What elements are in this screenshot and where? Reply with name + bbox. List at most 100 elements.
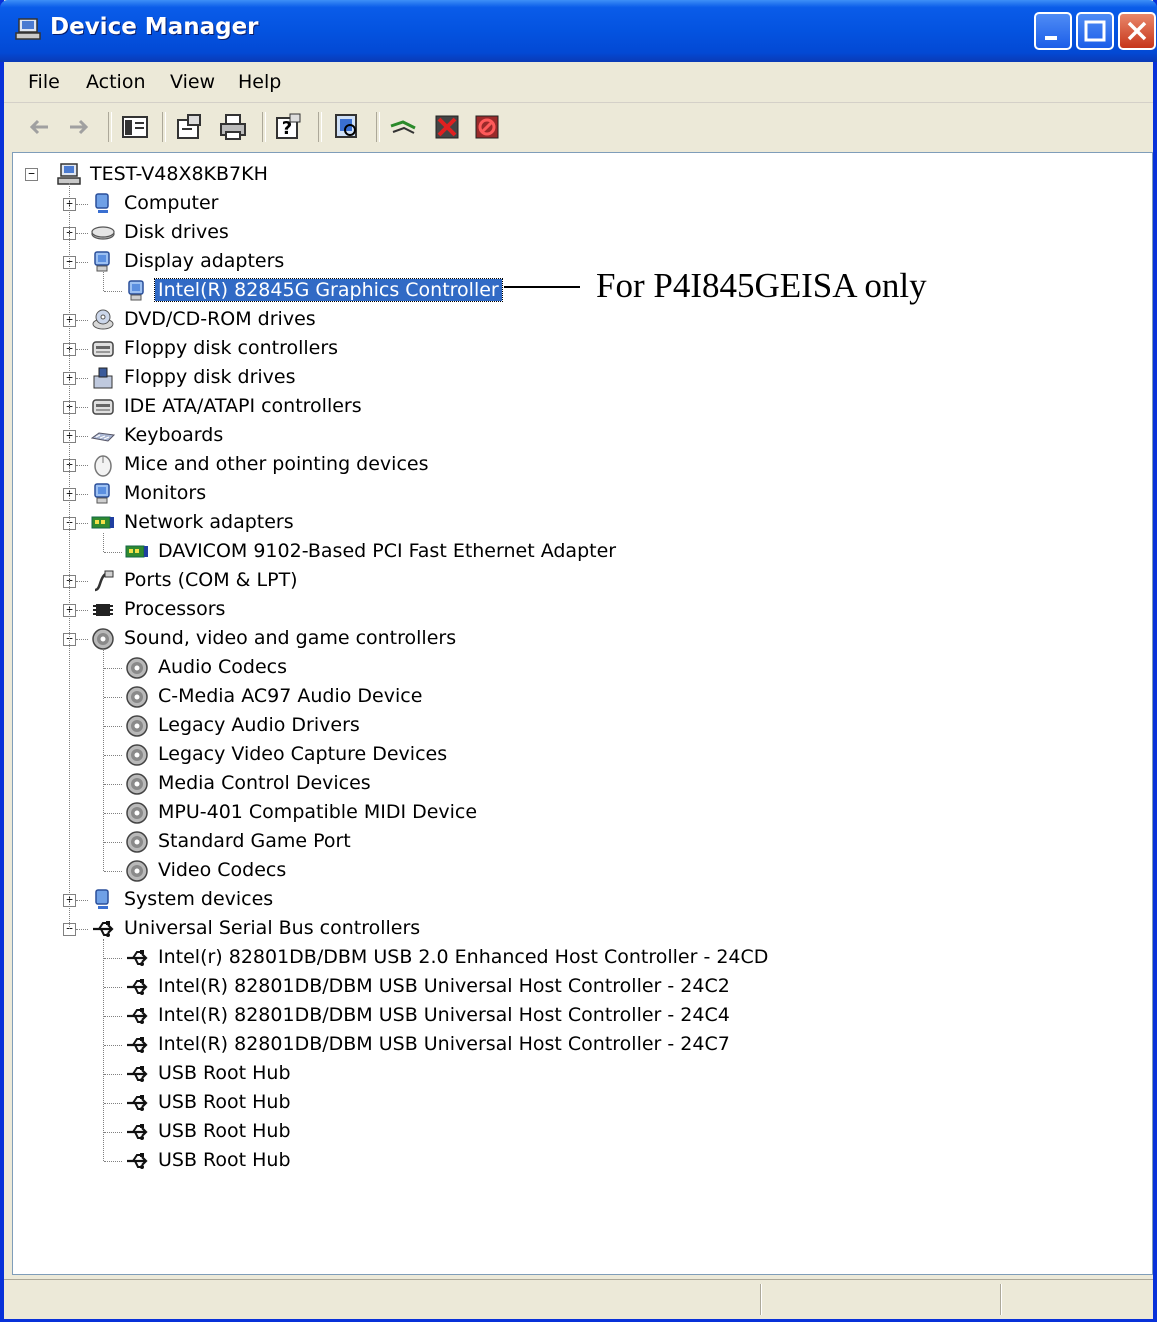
tree-connector (103, 272, 104, 291)
tree-connector (104, 813, 122, 814)
tree-connector (104, 1045, 122, 1046)
tree-item-label: Ports (COM & LPT) (124, 569, 298, 591)
close-button[interactable] (1118, 12, 1156, 50)
uninstall-icon[interactable] (432, 112, 462, 142)
menu-action[interactable]: Action (86, 71, 146, 93)
minimize-button[interactable] (1034, 12, 1072, 50)
tree-category[interactable]: − Display adapters (13, 248, 1152, 277)
collapse-toggle[interactable]: − (25, 168, 38, 181)
tree-connector (103, 649, 104, 871)
properties-icon[interactable] (174, 112, 204, 142)
tree-connector (76, 378, 88, 379)
tree-connector (104, 668, 122, 669)
usb-icon (127, 1066, 148, 1082)
tree-connector (104, 755, 122, 756)
title-bar[interactable]: Device Manager (0, 0, 1157, 62)
tree-device[interactable]: Standard Game Port (13, 828, 1152, 857)
tree-connector (104, 1016, 122, 1017)
speaker-icon (126, 715, 148, 737)
tree-category[interactable]: + System devices (13, 886, 1152, 915)
status-pane (760, 1284, 762, 1315)
tree-root[interactable]: − TEST-V48X8KB7KH (13, 161, 1152, 190)
speaker-icon (92, 628, 114, 650)
device-tree[interactable]: − TEST-V48X8KB7KH + Computer + Disk drives −… (12, 152, 1153, 1275)
tree-connector (76, 204, 88, 205)
tree-device[interactable]: USB Root Hub (13, 1089, 1152, 1118)
menu-help[interactable]: Help (238, 71, 281, 93)
show-hide-tree-icon[interactable] (120, 112, 150, 142)
status-bar (4, 1279, 1153, 1319)
tree-category[interactable]: + Processors (13, 596, 1152, 625)
tree-device[interactable]: Intel(R) 82845G Graphics Controller (13, 277, 1152, 306)
help-icon[interactable]: ? (274, 112, 304, 142)
tree-connector (76, 436, 88, 437)
tree-device[interactable]: Legacy Audio Drivers (13, 712, 1152, 741)
tree-category[interactable]: + Monitors (13, 480, 1152, 509)
tree-item-label: Intel(r) 82801DB/DBM USB 2.0 Enhanced Ho… (158, 946, 769, 968)
speaker-icon (126, 773, 148, 795)
tree-device[interactable]: USB Root Hub (13, 1118, 1152, 1147)
tree-device[interactable]: Intel(R) 82801DB/DBM USB Universal Host … (13, 1002, 1152, 1031)
floppy-icon (93, 367, 113, 389)
tree-connector (76, 494, 88, 495)
disk-drive-icon (91, 226, 115, 240)
back-icon[interactable] (24, 112, 54, 142)
tree-category[interactable]: + Ports (COM & LPT) (13, 567, 1152, 596)
tree-category[interactable]: + Disk drives (13, 219, 1152, 248)
menu-view[interactable]: View (170, 71, 215, 93)
tree-device[interactable]: Media Control Devices (13, 770, 1152, 799)
tree-category[interactable]: + DVD/CD-ROM drives (13, 306, 1152, 335)
tree-device[interactable]: Legacy Video Capture Devices (13, 741, 1152, 770)
tree-category[interactable]: + IDE ATA/ATAPI controllers (13, 393, 1152, 422)
print-icon[interactable] (218, 112, 248, 142)
tree-device[interactable]: C-Media AC97 Audio Device (13, 683, 1152, 712)
usb-icon (127, 979, 148, 995)
tree-device[interactable]: DAVICOM 9102-Based PCI Fast Ethernet Ada… (13, 538, 1152, 567)
tree-device[interactable]: Audio Codecs (13, 654, 1152, 683)
controller-icon (92, 399, 114, 415)
minimize-icon (1045, 36, 1057, 40)
tree-device[interactable]: Video Codecs (13, 857, 1152, 886)
tree-connector (103, 939, 104, 1161)
tree-item-label: USB Root Hub (158, 1120, 291, 1142)
speaker-icon (126, 802, 148, 824)
speaker-icon (126, 657, 148, 679)
menu-file[interactable]: File (28, 71, 60, 93)
usb-icon (127, 1124, 148, 1140)
tree-connector (69, 183, 70, 929)
maximize-button[interactable] (1076, 12, 1114, 50)
tree-device[interactable]: Intel(R) 82801DB/DBM USB Universal Host … (13, 1031, 1152, 1060)
usb-icon (93, 921, 114, 937)
tree-device[interactable]: Intel(r) 82801DB/DBM USB 2.0 Enhanced Ho… (13, 944, 1152, 973)
keyboard-icon (91, 432, 115, 442)
tree-connector (104, 1132, 122, 1133)
tree-category[interactable]: + Floppy disk controllers (13, 335, 1152, 364)
disable-icon[interactable] (472, 112, 502, 142)
toolbar-separator (162, 112, 166, 142)
tree-category[interactable]: − Sound, video and game controllers (13, 625, 1152, 654)
usb-icon (127, 1095, 148, 1111)
tree-connector (76, 523, 88, 524)
tree-device[interactable]: MPU-401 Compatible MIDI Device (13, 799, 1152, 828)
tree-connector (104, 291, 122, 292)
monitor-icon (94, 251, 110, 272)
tree-item-label: Legacy Video Capture Devices (158, 743, 448, 765)
tree-item-label: Video Codecs (158, 859, 287, 881)
processor-icon (93, 604, 113, 616)
tree-device[interactable]: Intel(R) 82801DB/DBM USB Universal Host … (13, 973, 1152, 1002)
forward-icon[interactable] (64, 112, 94, 142)
tree-category[interactable]: − Universal Serial Bus controllers (13, 915, 1152, 944)
tree-category[interactable]: − Network adapters (13, 509, 1152, 538)
tree-category[interactable]: + Mice and other pointing devices (13, 451, 1152, 480)
tree-category[interactable]: + Computer (13, 190, 1152, 219)
tree-connector (76, 349, 88, 350)
tree-device[interactable]: USB Root Hub (13, 1147, 1152, 1176)
tree-device[interactable]: USB Root Hub (13, 1060, 1152, 1089)
cdrom-icon (92, 309, 114, 330)
tree-category[interactable]: + Floppy disk drives (13, 364, 1152, 393)
tree-item-label: Legacy Audio Drivers (158, 714, 360, 736)
update-driver-icon[interactable] (388, 112, 418, 142)
tree-category[interactable]: + Keyboards (13, 422, 1152, 451)
tree-item-label: Universal Serial Bus controllers (124, 917, 421, 939)
scan-hardware-icon[interactable] (332, 112, 362, 142)
